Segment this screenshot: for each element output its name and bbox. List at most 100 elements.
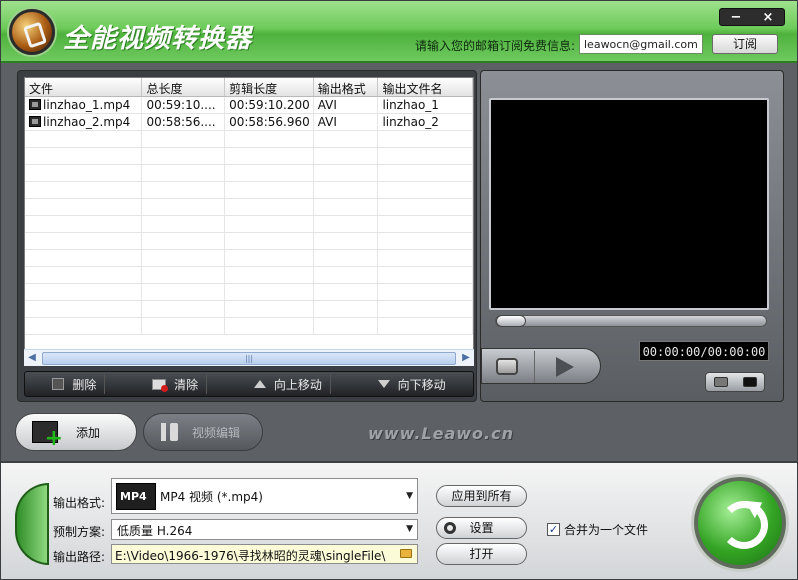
move-up-label: 向上移动 (273, 377, 322, 392)
settings-button[interactable]: 设置 (436, 517, 527, 539)
horizontal-scrollbar[interactable]: ◀ ||| ▶ (24, 349, 474, 366)
video-edit-label: 视频编辑 (192, 425, 241, 440)
empty-row (25, 267, 473, 284)
delete-button[interactable]: 删除 (44, 374, 106, 394)
move-down-label: 向下移动 (397, 377, 446, 392)
list-toolbar: 删除 清除 向上移动 向下移动 (24, 371, 474, 397)
empty-row (25, 165, 473, 182)
gear-icon (444, 522, 456, 534)
convert-button[interactable] (694, 477, 786, 569)
cell-total-length: 00:58:56.... (142, 114, 226, 130)
preset-select[interactable]: 低质量 H.264 ▼ (111, 519, 418, 540)
output-path-label: 输出路径: (53, 550, 106, 564)
merge-checkbox[interactable]: ✓ (547, 523, 560, 536)
column-header-output-name[interactable]: 输出文件名 (378, 78, 473, 96)
empty-row (25, 199, 473, 216)
video-edit-button[interactable]: 视频编辑 (143, 413, 263, 451)
empty-row (25, 148, 473, 165)
app-window: 全能视频转换器 请输入您的邮箱订阅免费信息: 订阅 − × 文件 总长度 剪辑长… (0, 0, 798, 580)
logo-icon (9, 9, 55, 55)
subscribe-button[interactable]: 订阅 (712, 34, 778, 54)
preset-value: 低质量 H.264 (117, 524, 193, 538)
cell-file: linzhao_2.mp4 (43, 115, 131, 129)
empty-row (25, 284, 473, 301)
clear-button[interactable]: 清除 (144, 374, 208, 394)
cell-file: linzhao_1.mp4 (43, 98, 131, 112)
empty-row (25, 233, 473, 250)
output-settings-panel: 输出格式: MP4 MP4 视频 (*.mp4) ▼ 预制方案: 低质量 H.2… (1, 461, 797, 579)
preview-panel: 00:00:00/00:00:00 (480, 70, 784, 402)
convert-icon (744, 493, 768, 519)
window-controls: − × (719, 8, 785, 26)
watermark-text: www.Leawo.cn (368, 424, 514, 443)
close-button[interactable]: × (763, 10, 774, 25)
empty-row (25, 131, 473, 148)
output-format-select[interactable]: MP4 MP4 视频 (*.mp4) ▼ (111, 478, 418, 514)
minimize-button[interactable]: − (731, 10, 742, 25)
scroll-right-icon[interactable]: ▶ (458, 350, 474, 366)
cell-total-length: 00:59:10.... (142, 97, 226, 113)
preset-label: 预制方案: (53, 525, 106, 539)
settings-label: 设置 (469, 521, 494, 535)
output-format-value: MP4 视频 (*.mp4) (160, 490, 263, 504)
file-list-panel: 文件 总长度 剪辑长度 输出格式 输出文件名 linzhao_1.mp4 00:… (17, 70, 477, 402)
time-display: 00:00:00/00:00:00 (639, 341, 769, 361)
scroll-thumb[interactable]: ||| (42, 351, 456, 365)
column-header-total-length[interactable]: 总长度 (142, 78, 226, 96)
seek-handle[interactable] (496, 315, 526, 327)
empty-row (25, 301, 473, 318)
merge-option[interactable]: ✓ 合并为一个文件 (547, 521, 648, 538)
cell-clip-length: 00:59:10.200 (225, 97, 314, 113)
open-button[interactable]: 打开 (436, 543, 527, 565)
cell-clip-length: 00:58:56.960 (225, 114, 314, 130)
snapshot-controls (705, 372, 765, 392)
folder-icon[interactable] (400, 549, 412, 558)
cell-output-format: AVI (314, 114, 379, 130)
scroll-left-icon[interactable]: ◀ (24, 350, 40, 366)
add-button[interactable]: 添加 (15, 413, 137, 451)
file-table: 文件 总长度 剪辑长度 输出格式 输出文件名 linzhao_1.mp4 00:… (24, 77, 474, 366)
column-header-clip-length[interactable]: 剪辑长度 (225, 78, 314, 96)
tools-icon (158, 421, 180, 443)
move-down-button[interactable]: 向下移动 (370, 374, 454, 394)
stop-icon[interactable] (496, 358, 518, 375)
player-controls (481, 348, 601, 384)
delete-label: 删除 (72, 377, 97, 392)
film-icon (29, 99, 41, 110)
move-up-icon (253, 380, 266, 388)
move-down-icon (377, 380, 390, 388)
seek-bar[interactable] (495, 315, 767, 327)
output-path-value: E:\Video\1966-1976\寻找林昭的灵魂\singleFile\ (115, 549, 386, 563)
snapshot-folder-icon[interactable] (742, 377, 757, 387)
table-row[interactable]: linzhao_1.mp4 00:59:10.... 00:59:10.200 … (25, 97, 473, 114)
column-header-output-format[interactable]: 输出格式 (314, 78, 379, 96)
cell-output-name: linzhao_2 (378, 114, 473, 130)
back-arc-icon (15, 483, 49, 565)
delete-icon (52, 378, 65, 390)
mp4-icon: MP4 (116, 483, 156, 510)
table-header: 文件 总长度 剪辑长度 输出格式 输出文件名 (25, 78, 473, 97)
email-prompt-label: 请输入您的邮箱订阅免费信息: (415, 39, 576, 53)
cell-output-format: AVI (314, 97, 379, 113)
table-row[interactable]: linzhao_2.mp4 00:58:56.... 00:58:56.960 … (25, 114, 473, 131)
chevron-down-icon[interactable]: ▼ (406, 491, 413, 501)
empty-row (25, 318, 473, 335)
chevron-down-icon[interactable]: ▼ (406, 524, 413, 534)
empty-row (25, 182, 473, 199)
output-path-input[interactable]: E:\Video\1966-1976\寻找林昭的灵魂\singleFile\ (111, 544, 418, 564)
video-preview-screen (489, 98, 769, 310)
apply-to-all-button[interactable]: 应用到所有 (436, 485, 527, 507)
title-bar: 全能视频转换器 请输入您的邮箱订阅免费信息: 订阅 − × (1, 1, 797, 63)
email-input[interactable] (579, 34, 703, 54)
play-icon[interactable] (556, 357, 574, 377)
app-title: 全能视频转换器 (63, 24, 253, 54)
column-header-file[interactable]: 文件 (25, 78, 143, 96)
merge-label: 合并为一个文件 (564, 523, 649, 537)
film-icon (29, 116, 41, 127)
empty-row (25, 250, 473, 267)
add-label: 添加 (76, 425, 101, 440)
empty-row (25, 216, 473, 233)
output-format-label: 输出格式: (53, 496, 106, 510)
camera-icon[interactable] (713, 377, 728, 387)
move-up-button[interactable]: 向上移动 (246, 374, 331, 394)
